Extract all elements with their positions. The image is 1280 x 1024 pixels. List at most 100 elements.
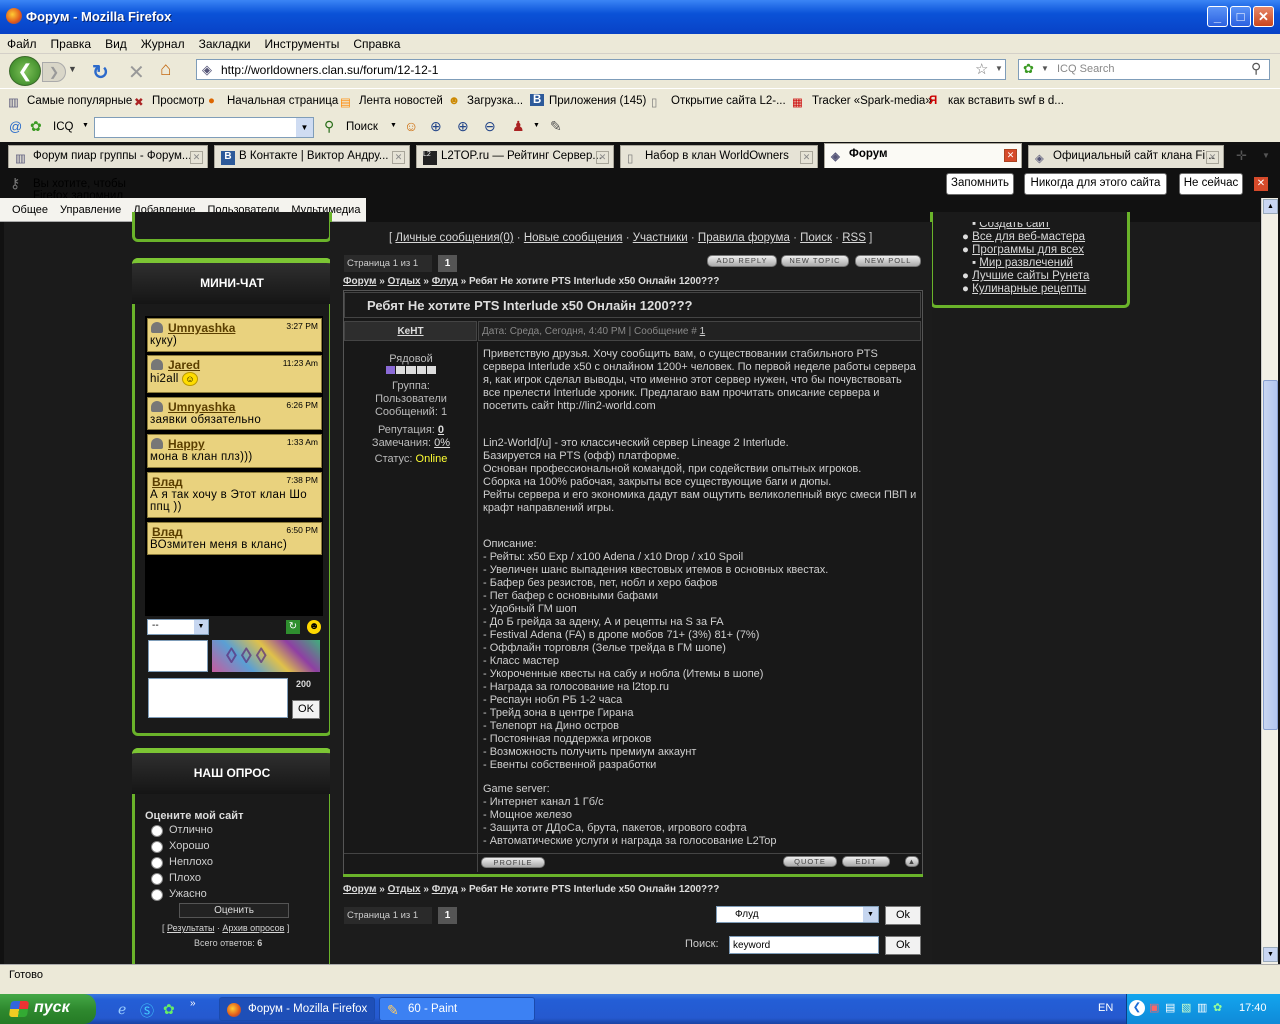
crumb-flood[interactable]: Флуд: [432, 276, 458, 287]
forum-search-input[interactable]: keyword: [729, 936, 879, 954]
home-icon[interactable]: ⌂: [160, 59, 171, 81]
zoom-in-icon[interactable]: ⊕: [457, 118, 469, 135]
pen-icon[interactable]: ✎: [550, 118, 562, 135]
tray-icon[interactable]: ▥: [1197, 1001, 1207, 1014]
at-icon[interactable]: @: [9, 119, 22, 134]
chat-name-input[interactable]: [148, 640, 208, 672]
tab-close-icon[interactable]: ✕: [190, 151, 203, 164]
poll-option-radio[interactable]: [151, 873, 163, 885]
forum-search-ok-button[interactable]: Ok: [885, 936, 921, 955]
scroll-thumb[interactable]: [1263, 380, 1278, 730]
icq-flower-icon[interactable]: ✿: [163, 1001, 175, 1018]
menu-help[interactable]: Справка: [346, 34, 407, 51]
reputation-value[interactable]: 0: [438, 424, 444, 436]
right-link[interactable]: Мир развлечений: [979, 257, 1073, 269]
icq-search-dropdown-icon[interactable]: ▼: [296, 118, 313, 137]
link-search[interactable]: Поиск: [800, 232, 832, 244]
forward-arrow-icon[interactable]: ❯: [42, 62, 66, 82]
engine-dropdown-icon[interactable]: ▼: [1041, 64, 1049, 73]
skype-icon[interactable]: Ⓢ: [140, 1001, 154, 1021]
menu-view[interactable]: Вид: [98, 34, 134, 51]
bookmark-loading[interactable]: Загрузка...: [467, 95, 523, 107]
remember-button[interactable]: Запомнить: [946, 173, 1014, 195]
ucoz-manage[interactable]: Управление: [54, 198, 127, 216]
crumb-forum[interactable]: Форум: [343, 884, 376, 895]
icq-dropdown-icon[interactable]: ▼: [82, 122, 89, 129]
tray-icon[interactable]: ▧: [1181, 1001, 1191, 1014]
quote-button[interactable]: QUOTE: [783, 856, 837, 867]
start-button[interactable]: пуск: [0, 994, 96, 1024]
bookmark-popular[interactable]: Самые популярные: [27, 95, 132, 107]
maximize-button[interactable]: □: [1230, 6, 1251, 27]
smiley-icon[interactable]: ☺: [404, 118, 418, 134]
poll-archive-link[interactable]: Архив опросов: [222, 923, 284, 933]
menu-tools[interactable]: Инструменты: [258, 34, 347, 51]
refresh-icon[interactable]: ↻: [286, 620, 300, 634]
bookmark-news[interactable]: Лента новостей: [359, 95, 443, 107]
tab-l2top[interactable]: L2 L2TOP.ru — Рейтинг Сервер... ✕: [416, 145, 614, 168]
bookmark-start[interactable]: Начальная страница: [227, 95, 338, 107]
tray-icon[interactable]: ▣: [1149, 1001, 1159, 1014]
menu-edit[interactable]: Правка: [44, 34, 99, 51]
vote-button[interactable]: Оценить: [179, 903, 289, 918]
post-number-link[interactable]: 1: [700, 326, 706, 337]
language-indicator[interactable]: EN: [1098, 1002, 1113, 1014]
tray-expand-icon[interactable]: ❮: [1129, 1000, 1145, 1016]
bookmark-tracker[interactable]: Tracker «Spark-media»: [812, 95, 932, 107]
scroll-down-icon[interactable]: ▼: [1263, 947, 1278, 962]
tray-icon[interactable]: ✿: [1213, 1001, 1222, 1014]
bookmark-swf[interactable]: как вставить swf в d...: [948, 95, 1064, 107]
select-dropdown-icon[interactable]: ▼: [863, 907, 878, 922]
close-notification-icon[interactable]: ✕: [1254, 177, 1268, 191]
poll-option-radio[interactable]: [151, 889, 163, 901]
poll-option-radio[interactable]: [151, 841, 163, 853]
tab-vkontakte[interactable]: B В Контакте | Виктор Андру... ✕: [214, 145, 410, 168]
user-icon[interactable]: ♟: [512, 118, 525, 135]
bookmark-l2[interactable]: Открытие сайта L2-...: [671, 95, 786, 107]
page-number-bottom[interactable]: 1: [438, 907, 457, 924]
vertical-scrollbar[interactable]: ▲ ▼: [1261, 198, 1278, 964]
chat-send-button[interactable]: OK: [292, 700, 320, 719]
scroll-top-icon[interactable]: ▲: [905, 856, 919, 867]
url-input[interactable]: ◈ http://worldowners.clan.su/forum/12-12…: [196, 59, 1006, 80]
search-icon[interactable]: ⚲: [324, 118, 334, 135]
magnifier-icon[interactable]: ⚲: [1251, 60, 1261, 77]
quicklaunch-chevron-icon[interactable]: »: [190, 998, 196, 1009]
chat-message-input[interactable]: [148, 678, 288, 718]
link-rss[interactable]: RSS: [842, 232, 866, 244]
menu-file[interactable]: Файл: [0, 34, 44, 51]
right-link[interactable]: Лучшие сайты Рунета: [972, 270, 1089, 282]
scroll-up-icon[interactable]: ▲: [1263, 199, 1278, 214]
crumb-rest[interactable]: Отдых: [388, 276, 421, 287]
edit-button[interactable]: EDIT: [842, 856, 890, 867]
icq-label[interactable]: ICQ: [53, 121, 73, 133]
link-rules[interactable]: Правила форума: [698, 232, 790, 244]
url-dropdown-icon[interactable]: ▼: [995, 64, 1003, 73]
icq-flower-icon[interactable]: ✿: [30, 118, 42, 135]
new-poll-button[interactable]: NEW POLL: [855, 255, 921, 267]
link-members[interactable]: Участники: [633, 232, 688, 244]
poll-results-link[interactable]: Результаты: [167, 923, 214, 933]
tab-close-icon[interactable]: ✕: [596, 151, 609, 164]
right-link[interactable]: Все для веб-мастера: [972, 231, 1085, 243]
search-dropdown-icon[interactable]: ▼: [390, 122, 397, 129]
never-button[interactable]: Никогда для этого сайта: [1024, 173, 1167, 195]
chat-select[interactable]: -- ▼: [147, 619, 209, 635]
ucoz-general[interactable]: Общее: [0, 198, 54, 216]
back-arrow-icon[interactable]: ❮: [9, 56, 41, 86]
user-dropdown-icon[interactable]: ▼: [533, 122, 540, 129]
star-icon[interactable]: ☆: [975, 60, 988, 78]
taskbar-paint[interactable]: ✎ 60 - Paint: [379, 997, 535, 1021]
site-identity-icon[interactable]: ◈: [202, 62, 212, 78]
zoom-out-icon[interactable]: ⊖: [484, 118, 496, 135]
bookmark-view[interactable]: Просмотр: [152, 95, 205, 107]
add-reply-button[interactable]: ADD REPLY: [707, 255, 777, 267]
smiley-icon[interactable]: ☻: [307, 620, 321, 634]
tray-icon[interactable]: ▤: [1165, 1001, 1175, 1014]
right-link[interactable]: Программы для всех: [972, 244, 1084, 256]
tab-worldowners[interactable]: ▯ Набор в клан WorldOwners ✕: [620, 145, 818, 168]
profile-button[interactable]: PROFILE: [481, 857, 545, 868]
poll-option-radio[interactable]: [151, 825, 163, 837]
icq-search-input[interactable]: ▼: [94, 117, 314, 138]
stop-icon[interactable]: ✕: [128, 60, 145, 85]
